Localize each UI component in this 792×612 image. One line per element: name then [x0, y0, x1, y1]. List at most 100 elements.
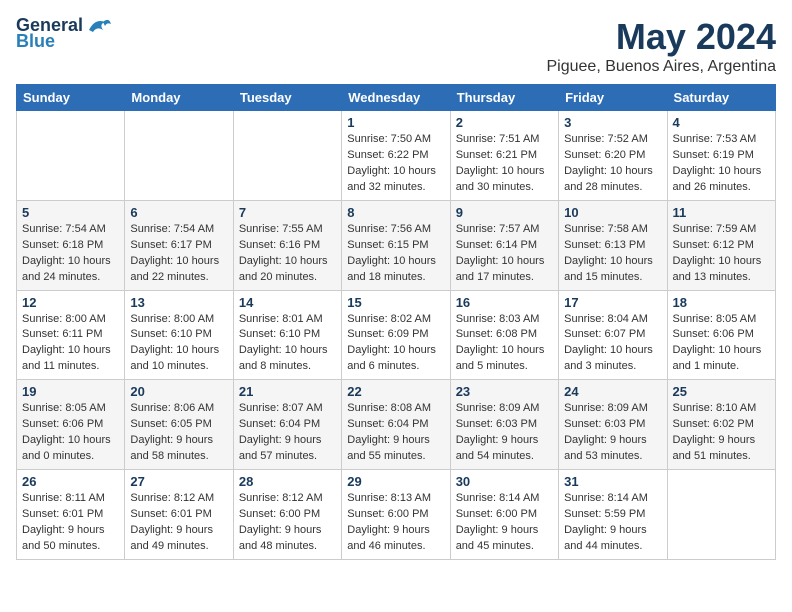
day-info: Sunrise: 8:14 AM Sunset: 5:59 PM Dayligh… — [564, 491, 661, 555]
calendar-header-row: SundayMondayTuesdayWednesdayThursdayFrid… — [17, 85, 776, 111]
calendar-cell: 10 Sunrise: 7:58 AM Sunset: 6:13 PM Dayli… — [559, 200, 667, 290]
day-number: 10 — [564, 205, 661, 220]
calendar-day-header: Tuesday — [233, 85, 341, 111]
calendar-cell: 2Sunrise: 7:51 AM Sunset: 6:21 PM Daylig… — [450, 111, 558, 201]
day-number: 8 — [347, 205, 444, 220]
month-title: May 2024 — [547, 16, 777, 58]
calendar-cell — [17, 111, 125, 201]
calendar-cell: 24 Sunrise: 8:09 AM Sunset: 6:03 PM Dayli… — [559, 380, 667, 470]
calendar-cell: 31 Sunrise: 8:14 AM Sunset: 5:59 PM Dayli… — [559, 470, 667, 560]
day-info: Sunrise: 8:06 AM Sunset: 6:05 PM Dayligh… — [130, 401, 227, 465]
day-info: Sunrise: 8:09 AM Sunset: 6:03 PM Dayligh… — [564, 401, 661, 465]
calendar-cell: 19 Sunrise: 8:05 AM Sunset: 6:06 PM Dayli… — [17, 380, 125, 470]
day-info: Sunrise: 8:08 AM Sunset: 6:04 PM Dayligh… — [347, 401, 444, 465]
calendar-cell: 5 Sunrise: 7:54 AM Sunset: 6:18 PM Daylig… — [17, 200, 125, 290]
day-info: Sunrise: 8:12 AM Sunset: 6:00 PM Dayligh… — [239, 491, 336, 555]
day-info: Sunrise: 7:52 AM Sunset: 6:20 PM Dayligh… — [564, 132, 661, 196]
day-number: 28 — [239, 474, 336, 489]
day-number: 18 — [673, 295, 770, 310]
day-number: 23 — [456, 384, 553, 399]
calendar-cell: 14 Sunrise: 8:01 AM Sunset: 6:10 PM Dayli… — [233, 290, 341, 380]
calendar-cell: 16 Sunrise: 8:03 AM Sunset: 6:08 PM Dayli… — [450, 290, 558, 380]
day-info: Sunrise: 8:10 AM Sunset: 6:02 PM Dayligh… — [673, 401, 770, 465]
calendar-day-header: Monday — [125, 85, 233, 111]
logo-blue: Blue — [16, 32, 55, 52]
day-info: Sunrise: 8:12 AM Sunset: 6:01 PM Dayligh… — [130, 491, 227, 555]
calendar-cell: 7Sunrise: 7:55 AM Sunset: 6:16 PM Daylig… — [233, 200, 341, 290]
calendar-cell: 25 Sunrise: 8:10 AM Sunset: 6:02 PM Dayli… — [667, 380, 775, 470]
calendar-cell — [125, 111, 233, 201]
calendar-cell: 28 Sunrise: 8:12 AM Sunset: 6:00 PM Dayli… — [233, 470, 341, 560]
day-info: Sunrise: 7:54 AM Sunset: 6:18 PM Dayligh… — [22, 222, 119, 286]
calendar-day-header: Saturday — [667, 85, 775, 111]
day-number: 16 — [456, 295, 553, 310]
day-number: 4 — [673, 115, 770, 130]
calendar-cell: 20 Sunrise: 8:06 AM Sunset: 6:05 PM Dayli… — [125, 380, 233, 470]
calendar-cell: 27 Sunrise: 8:12 AM Sunset: 6:01 PM Dayli… — [125, 470, 233, 560]
calendar-cell: 9Sunrise: 7:57 AM Sunset: 6:14 PM Daylig… — [450, 200, 558, 290]
calendar-week-row: 5 Sunrise: 7:54 AM Sunset: 6:18 PM Daylig… — [17, 200, 776, 290]
day-info: Sunrise: 8:11 AM Sunset: 6:01 PM Dayligh… — [22, 491, 119, 555]
calendar-cell: 4 Sunrise: 7:53 AM Sunset: 6:19 PM Daylig… — [667, 111, 775, 201]
day-info: Sunrise: 8:02 AM Sunset: 6:09 PM Dayligh… — [347, 312, 444, 376]
day-info: Sunrise: 8:13 AM Sunset: 6:00 PM Dayligh… — [347, 491, 444, 555]
day-number: 5 — [22, 205, 119, 220]
day-number: 29 — [347, 474, 444, 489]
calendar-cell: 18 Sunrise: 8:05 AM Sunset: 6:06 PM Dayli… — [667, 290, 775, 380]
calendar-cell: 30Sunrise: 8:14 AM Sunset: 6:00 PM Dayli… — [450, 470, 558, 560]
day-number: 6 — [130, 205, 227, 220]
day-number: 1 — [347, 115, 444, 130]
day-info: Sunrise: 7:58 AM Sunset: 6:13 PM Dayligh… — [564, 222, 661, 286]
calendar-cell: 17 Sunrise: 8:04 AM Sunset: 6:07 PM Dayli… — [559, 290, 667, 380]
day-info: Sunrise: 7:57 AM Sunset: 6:14 PM Dayligh… — [456, 222, 553, 286]
day-number: 26 — [22, 474, 119, 489]
calendar-cell: 1 Sunrise: 7:50 AM Sunset: 6:22 PM Daylig… — [342, 111, 450, 201]
calendar-cell: 23Sunrise: 8:09 AM Sunset: 6:03 PM Dayli… — [450, 380, 558, 470]
day-number: 17 — [564, 295, 661, 310]
calendar-cell: 6Sunrise: 7:54 AM Sunset: 6:17 PM Daylig… — [125, 200, 233, 290]
day-number: 24 — [564, 384, 661, 399]
calendar-cell: 15Sunrise: 8:02 AM Sunset: 6:09 PM Dayli… — [342, 290, 450, 380]
day-info: Sunrise: 8:04 AM Sunset: 6:07 PM Dayligh… — [564, 312, 661, 376]
calendar-cell: 22Sunrise: 8:08 AM Sunset: 6:04 PM Dayli… — [342, 380, 450, 470]
day-info: Sunrise: 7:59 AM Sunset: 6:12 PM Dayligh… — [673, 222, 770, 286]
calendar-cell: 12Sunrise: 8:00 AM Sunset: 6:11 PM Dayli… — [17, 290, 125, 380]
calendar-cell: 3 Sunrise: 7:52 AM Sunset: 6:20 PM Daylig… — [559, 111, 667, 201]
day-info: Sunrise: 7:55 AM Sunset: 6:16 PM Dayligh… — [239, 222, 336, 286]
calendar-cell — [233, 111, 341, 201]
calendar-cell: 11Sunrise: 7:59 AM Sunset: 6:12 PM Dayli… — [667, 200, 775, 290]
day-info: Sunrise: 7:50 AM Sunset: 6:22 PM Dayligh… — [347, 132, 444, 196]
calendar-cell: 21Sunrise: 8:07 AM Sunset: 6:04 PM Dayli… — [233, 380, 341, 470]
logo-bird-icon — [85, 16, 113, 36]
day-number: 27 — [130, 474, 227, 489]
calendar-cell — [667, 470, 775, 560]
calendar-day-header: Friday — [559, 85, 667, 111]
calendar-table: SundayMondayTuesdayWednesdayThursdayFrid… — [16, 84, 776, 560]
location-title: Piguee, Buenos Aires, Argentina — [547, 58, 777, 76]
day-number: 25 — [673, 384, 770, 399]
calendar-cell: 8 Sunrise: 7:56 AM Sunset: 6:15 PM Daylig… — [342, 200, 450, 290]
day-info: Sunrise: 8:01 AM Sunset: 6:10 PM Dayligh… — [239, 312, 336, 376]
day-number: 14 — [239, 295, 336, 310]
calendar-cell: 26 Sunrise: 8:11 AM Sunset: 6:01 PM Dayli… — [17, 470, 125, 560]
calendar-day-header: Wednesday — [342, 85, 450, 111]
calendar-week-row: 1 Sunrise: 7:50 AM Sunset: 6:22 PM Daylig… — [17, 111, 776, 201]
day-number: 13 — [130, 295, 227, 310]
day-info: Sunrise: 8:03 AM Sunset: 6:08 PM Dayligh… — [456, 312, 553, 376]
day-number: 21 — [239, 384, 336, 399]
page-header: General Blue May 2024 Piguee, Buenos Air… — [16, 16, 776, 76]
calendar-day-header: Thursday — [450, 85, 558, 111]
day-number: 31 — [564, 474, 661, 489]
calendar-day-header: Sunday — [17, 85, 125, 111]
day-info: Sunrise: 8:05 AM Sunset: 6:06 PM Dayligh… — [22, 401, 119, 465]
day-info: Sunrise: 8:14 AM Sunset: 6:00 PM Dayligh… — [456, 491, 553, 555]
day-number: 19 — [22, 384, 119, 399]
day-number: 2 — [456, 115, 553, 130]
day-number: 20 — [130, 384, 227, 399]
day-info: Sunrise: 8:05 AM Sunset: 6:06 PM Dayligh… — [673, 312, 770, 376]
day-number: 3 — [564, 115, 661, 130]
day-info: Sunrise: 7:53 AM Sunset: 6:19 PM Dayligh… — [673, 132, 770, 196]
day-number: 12 — [22, 295, 119, 310]
title-block: May 2024 Piguee, Buenos Aires, Argentina — [547, 16, 777, 76]
day-info: Sunrise: 7:56 AM Sunset: 6:15 PM Dayligh… — [347, 222, 444, 286]
